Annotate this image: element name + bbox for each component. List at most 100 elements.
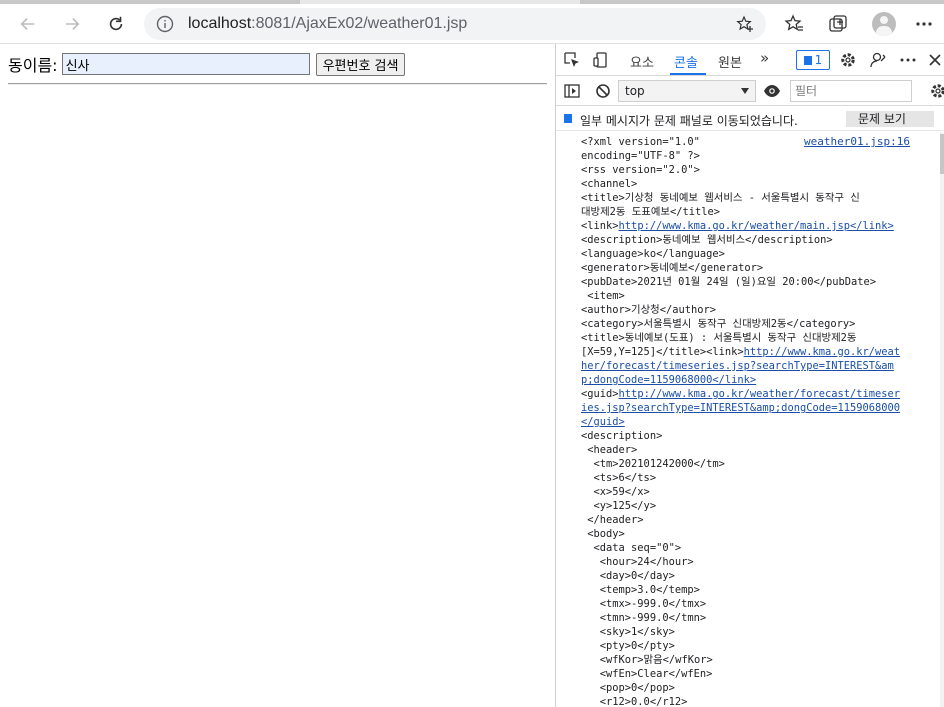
console-url-link[interactable]: http://www.kma.go.kr/weather/forecast/ti… — [619, 388, 901, 400]
forward-button[interactable] — [58, 10, 86, 38]
console-line: 대방제2동 도표예보</title> — [581, 205, 923, 219]
feedback-icon[interactable] — [869, 51, 887, 69]
console-line-text: <pty>0</pty> — [581, 640, 675, 652]
back-button[interactable] — [14, 10, 42, 38]
console-line-text: <item> — [581, 290, 625, 302]
active-tab-indicator — [670, 73, 706, 75]
settings-icon[interactable] — [839, 51, 857, 69]
console-line: <header> — [581, 443, 923, 457]
console-toolbar: top — [556, 76, 944, 106]
console-line-text: <pubDate>2021년 01월 24일 (일)요일 20:00</pubD… — [581, 276, 877, 288]
console-url-link[interactable]: ies.jsp?searchType=INTEREST&amp;dongCode… — [581, 402, 900, 414]
console-line: </guid> — [581, 415, 923, 429]
avatar-head — [880, 16, 888, 24]
console-line: <r12>0.0</r12> — [581, 695, 923, 707]
console-line-text: <ts>6</ts> — [581, 472, 657, 484]
console-line: <description>동네예보 웹서비스</description> — [581, 233, 923, 247]
arrow-right-icon — [65, 18, 80, 30]
console-line: <item> — [581, 289, 923, 303]
console-line-text: </header> — [581, 514, 644, 526]
tab-elements[interactable]: 요소 — [630, 52, 654, 71]
sidebar-toggle-icon[interactable] — [563, 82, 581, 100]
console-line: <y>125</y> — [581, 499, 923, 513]
console-line: <title>기상청 동네예보 웹서비스 - 서울특별시 동작구 신 — [581, 191, 923, 205]
browser-toolbar: localhost:8081/AjaxEx02/weather01.jsp — [0, 4, 944, 44]
console-line: <description> — [581, 429, 923, 443]
more-tabs-button[interactable]: » — [760, 49, 769, 67]
reload-button[interactable] — [102, 10, 130, 38]
dong-input[interactable] — [61, 53, 310, 75]
console-url-link[interactable]: </guid> — [581, 416, 625, 428]
console-url-link[interactable]: http://www.kma.go.kr/weather/main.jsp</l… — [619, 220, 894, 232]
console-line-text: <tm>202101242000</tm> — [581, 458, 725, 470]
console-line: <tmx>-999.0</tmx> — [581, 597, 923, 611]
console-url-link[interactable]: her/forecast/timeseries.jsp?searchType=I… — [581, 360, 894, 372]
dong-label: 동이름: — [8, 56, 58, 75]
console-message[interactable]: <?xml version="1.0" encoding="UTF-8" ?> <r… — [581, 135, 923, 707]
issues-message: 일부 메시지가 문제 패널로 이동되었습니다. — [580, 114, 798, 128]
console-line-text: <y>125</y> — [581, 500, 657, 512]
console-line-text: <header> — [581, 444, 638, 456]
console-line-text: <x>59</x> — [581, 486, 650, 498]
tab-console[interactable]: 콘솔 — [674, 52, 698, 71]
filter-input[interactable] — [790, 80, 912, 102]
console-line: [X=59,Y=125]</title><link>http://www.kma… — [581, 345, 923, 359]
console-line: <temp>3.0</temp> — [581, 583, 923, 597]
url-text[interactable]: localhost:8081/AjaxEx02/weather01.jsp — [188, 15, 467, 33]
scrollbar-thumb[interactable] — [940, 134, 944, 174]
clear-console-icon[interactable] — [594, 82, 612, 100]
devtools-panel: 요소 콘솔 원본 » 1 top 일부 메시지가 문제 패널로 이동되었습니다.… — [555, 44, 944, 707]
console-line: her/forecast/timeseries.jsp?searchType=I… — [581, 359, 923, 373]
info-icon[interactable] — [156, 15, 174, 33]
console-line-text: <language>ko</language> — [581, 248, 725, 260]
console-url-link[interactable]: p;dongCode=1159068000</link> — [581, 374, 756, 386]
tab-sources[interactable]: 원본 — [718, 52, 742, 71]
add-favorite-icon[interactable] — [736, 15, 754, 33]
eye-icon[interactable] — [763, 82, 781, 100]
address-bar[interactable]: localhost:8081/AjaxEx02/weather01.jsp — [144, 8, 766, 40]
console-line-text: <wfKor>맑음</wfKor> — [581, 654, 713, 666]
console-line-text: <r12>0.0</r12> — [581, 696, 688, 707]
close-icon[interactable] — [926, 51, 944, 69]
console-scrollbar[interactable] — [940, 132, 944, 707]
more-options-icon[interactable] — [914, 14, 934, 34]
console-line: <sky>1</sky> — [581, 625, 923, 639]
issues-infobar: 일부 메시지가 문제 패널로 이동되었습니다. 문제 보기 — [556, 107, 944, 131]
console-line: <channel> — [581, 177, 923, 191]
context-select[interactable]: top — [618, 80, 756, 102]
console-line-text: <link> — [581, 220, 619, 232]
zip-search-button[interactable]: 우편번호 검색 — [315, 52, 406, 76]
console-line-text: <generator>동네예보</generator> — [581, 262, 764, 274]
console-line: <generator>동네예보</generator> — [581, 261, 923, 275]
console-line: <title>동네예보(도표) : 서울특별시 동작구 신대방제2동 — [581, 331, 923, 345]
console-url-link[interactable]: http://www.kma.go.kr/weat — [744, 346, 900, 358]
arrow-left-icon — [20, 18, 35, 30]
console-settings-icon[interactable] — [929, 82, 944, 100]
devtools-more-icon[interactable] — [899, 51, 917, 69]
console-line: <ts>6</ts> — [581, 471, 923, 485]
favorites-icon[interactable] — [784, 14, 804, 34]
console-line-text: <hour>24</hour> — [581, 556, 694, 568]
console-line: <link>http://www.kma.go.kr/weather/main.… — [581, 219, 923, 233]
console-line-text: <channel> — [581, 178, 638, 190]
console-line-text: <data seq="0"> — [581, 542, 682, 554]
view-issues-button[interactable]: 문제 보기 — [846, 111, 934, 127]
console-line-text: <title>동네예보(도표) : 서울특별시 동작구 신대방제2동 — [581, 332, 857, 344]
web-page: 동이름: 우편번호 검색 — [0, 44, 555, 707]
console-line-text: <description>동네예보 웹서비스</description> — [581, 234, 833, 246]
url-host: localhost — [188, 15, 252, 32]
console-line: encoding="UTF-8" ?> — [581, 149, 923, 163]
message-icon — [564, 114, 572, 123]
console-line-text: <tmx>-999.0</tmx> — [581, 598, 707, 610]
console-line-text: <rss version="2.0"> — [581, 164, 700, 176]
console-line-text: <wfEn>Clear</wfEn> — [581, 668, 713, 680]
issues-badge[interactable]: 1 — [796, 50, 830, 70]
inspect-icon[interactable] — [563, 51, 581, 69]
profile-avatar[interactable] — [872, 12, 896, 36]
device-toolbar-icon[interactable] — [592, 51, 610, 69]
console-line-text: <body> — [581, 528, 625, 540]
console-line: <tmn>-999.0</tmn> — [581, 611, 923, 625]
console-line-text: <author>기상청</author> — [581, 304, 717, 316]
console-line-text: <temp>3.0</temp> — [581, 584, 700, 596]
collections-icon[interactable] — [828, 14, 848, 34]
